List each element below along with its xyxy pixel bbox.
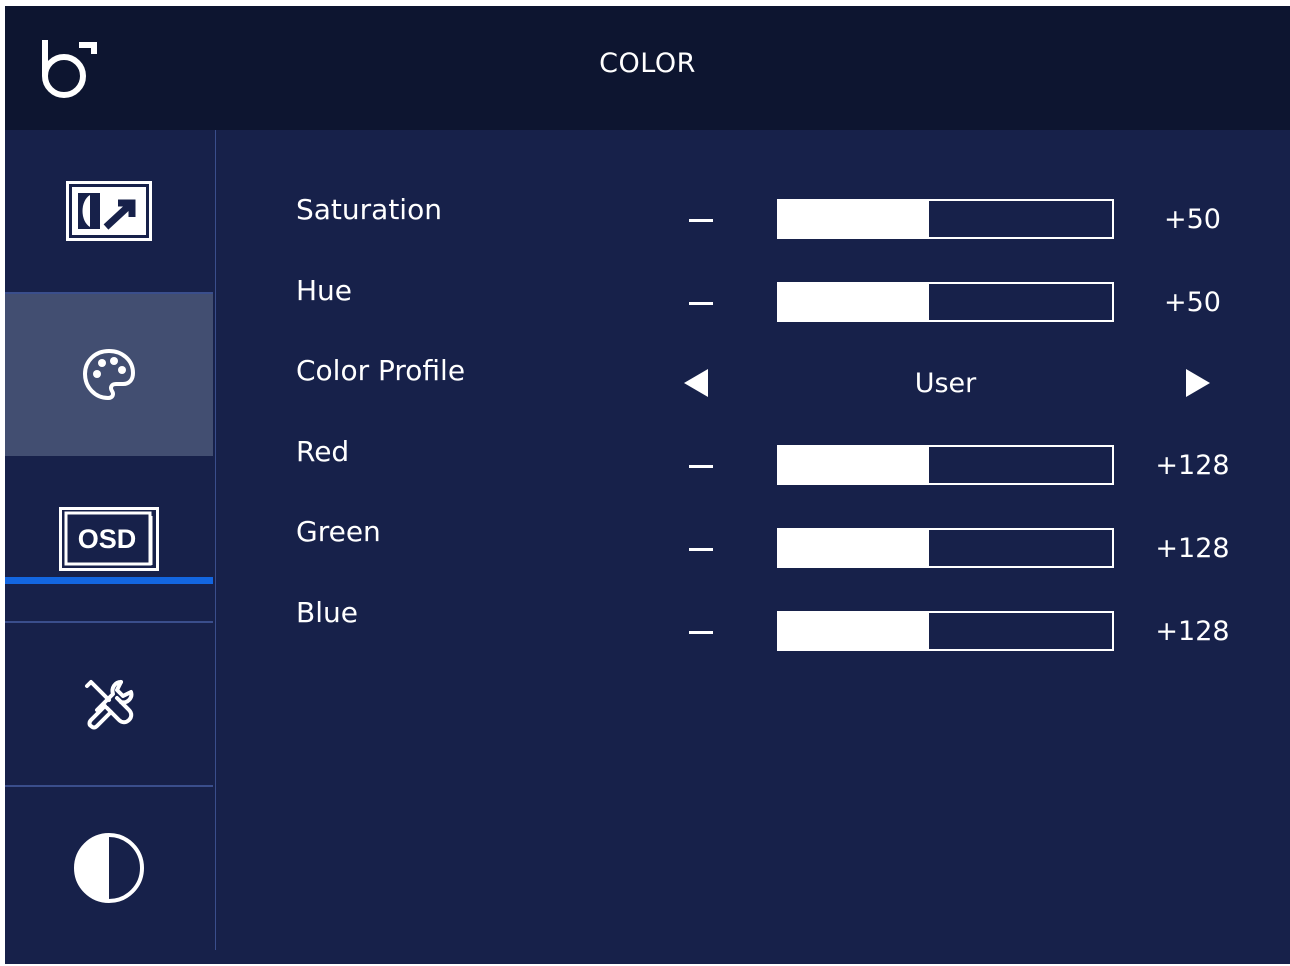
sidebar-item-picture[interactable] xyxy=(5,130,213,292)
tools-icon xyxy=(85,680,134,730)
hue-label: Hue xyxy=(296,274,353,307)
osd-menu: COLOR OSD Saturation +50 Hue +50 Color P… xyxy=(5,6,1290,964)
saturation-value: +50 xyxy=(1164,204,1221,235)
saturation-label: Saturation xyxy=(296,193,442,226)
contrast-icon xyxy=(74,833,144,903)
green-value: +128 xyxy=(1155,533,1230,564)
red-label: Red xyxy=(296,435,350,468)
red-decrease-button[interactable] xyxy=(689,465,713,468)
blue-slider[interactable] xyxy=(777,611,1114,651)
sidebar-item-osd[interactable]: OSD xyxy=(5,458,213,620)
slider-fill xyxy=(779,447,929,483)
picture-icon xyxy=(66,181,152,241)
osd-icon: OSD xyxy=(59,507,159,571)
saturation-slider[interactable] xyxy=(777,199,1114,239)
sidebar-item-settings[interactable] xyxy=(5,623,213,785)
saturation-decrease-button[interactable] xyxy=(689,219,713,222)
blue-value: +128 xyxy=(1155,616,1230,647)
blue-label: Blue xyxy=(296,596,358,629)
red-slider[interactable] xyxy=(777,445,1114,485)
osd-icon-text: OSD xyxy=(78,524,137,554)
slider-fill xyxy=(779,201,929,237)
slider-fill xyxy=(779,613,929,649)
hue-value: +50 xyxy=(1164,287,1221,318)
sidebar-item-color[interactable] xyxy=(5,294,213,456)
color-profile-value: User xyxy=(914,368,977,399)
blue-decrease-button[interactable] xyxy=(689,631,713,634)
page-title: COLOR xyxy=(599,48,696,79)
palette-icon xyxy=(82,348,136,401)
color-profile-label: Color Profile xyxy=(296,354,466,387)
slider-fill xyxy=(779,284,929,320)
green-decrease-button[interactable] xyxy=(689,548,713,551)
next-arrow-icon[interactable] xyxy=(1184,367,1212,399)
slider-fill xyxy=(779,530,929,566)
header-bar: COLOR xyxy=(5,6,1290,130)
hue-decrease-button[interactable] xyxy=(689,302,713,305)
red-value: +128 xyxy=(1155,450,1230,481)
green-slider[interactable] xyxy=(777,528,1114,568)
green-label: Green xyxy=(296,515,381,548)
previous-arrow-icon[interactable] xyxy=(682,367,710,399)
sidebar: OSD xyxy=(5,130,216,950)
hue-slider[interactable] xyxy=(777,282,1114,322)
sidebar-item-contrast[interactable] xyxy=(5,787,213,949)
